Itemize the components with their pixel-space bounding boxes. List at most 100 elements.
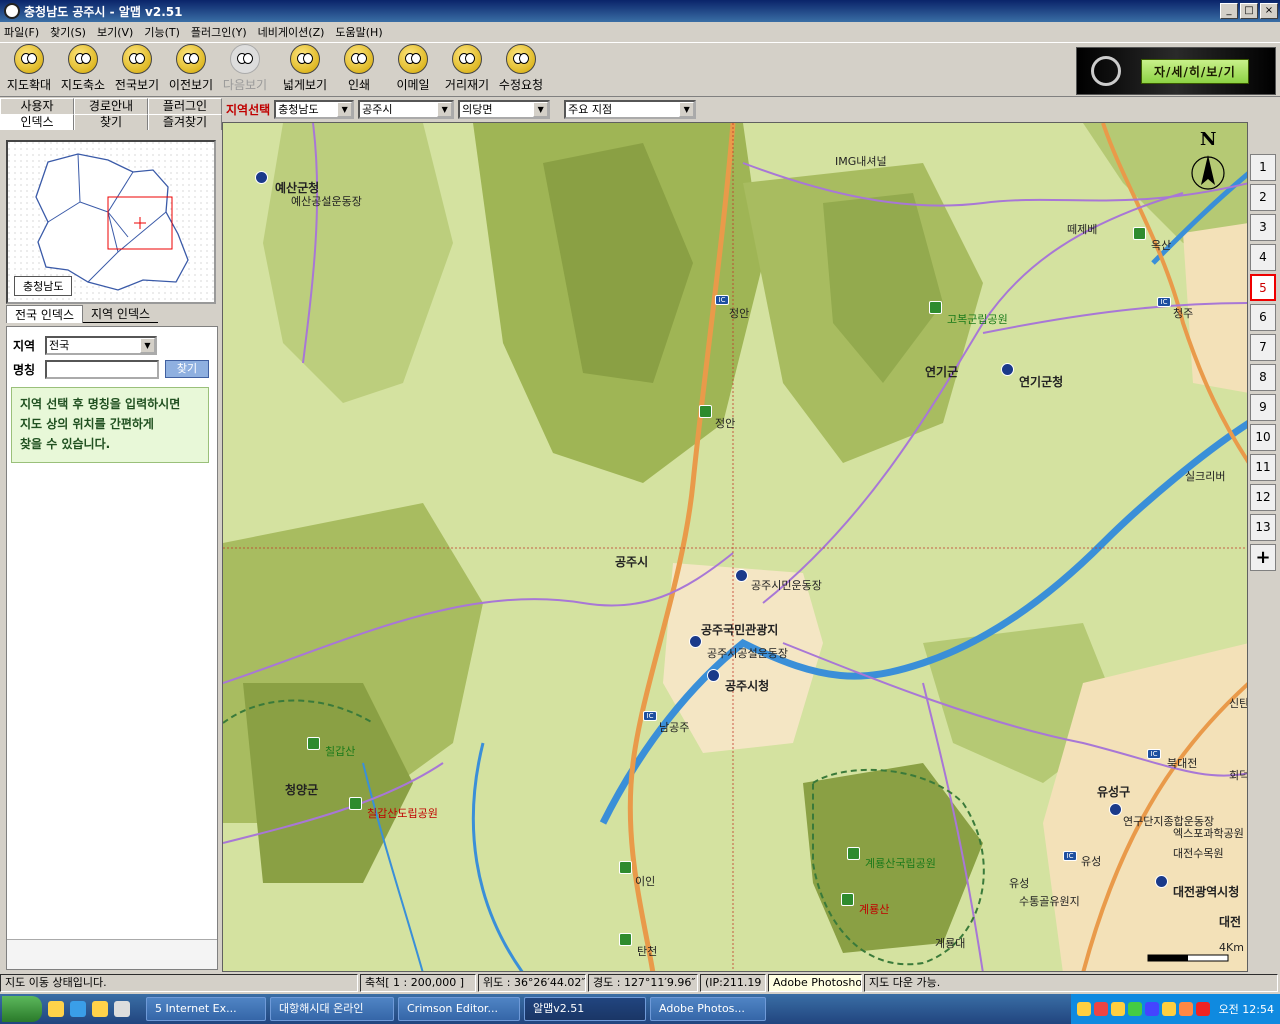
task-crimson-editor[interactable]: Crimson Editor... xyxy=(398,997,520,1021)
menu-plugin[interactable]: 플러그인(Y) xyxy=(191,24,247,40)
map-label: 계룡산국립공원 xyxy=(865,857,936,870)
edit-request-button[interactable]: 수정요청 xyxy=(494,42,548,96)
zoom-level-11[interactable]: 11 xyxy=(1250,454,1276,481)
map-label: 신탄 xyxy=(1229,697,1248,710)
zoom-level-10[interactable]: 10 xyxy=(1250,424,1276,451)
zoom-out-button[interactable]: 지도축소 xyxy=(56,42,110,96)
zoom-level-6[interactable]: 6 xyxy=(1250,304,1276,331)
menu-function[interactable]: 기능(T) xyxy=(144,24,180,40)
find-button[interactable]: 찾기 xyxy=(165,360,209,378)
tab-route[interactable]: 경로안내 xyxy=(74,98,148,114)
tray-icon[interactable] xyxy=(1127,1002,1142,1016)
maximize-icon[interactable]: □ xyxy=(1240,3,1258,19)
quicklaunch-app-icon[interactable] xyxy=(114,1001,130,1017)
detail-view-button[interactable]: 자/세/히/보/기 xyxy=(1141,58,1249,84)
close-icon[interactable]: × xyxy=(1260,3,1278,19)
start-button[interactable] xyxy=(2,996,42,1022)
wide-view-button[interactable]: 넓게보기 xyxy=(278,42,332,96)
tab-plugin[interactable]: 플러그인 xyxy=(148,98,222,114)
minimize-icon[interactable]: _ xyxy=(1220,3,1238,19)
menu-navigation[interactable]: 네비게이션(Z) xyxy=(258,24,325,40)
previous-view-button[interactable]: 이전보기 xyxy=(164,42,218,96)
menu-view[interactable]: 보기(V) xyxy=(97,24,133,40)
park-pin[interactable] xyxy=(847,847,860,860)
task-almap[interactable]: 알맵v2.51 xyxy=(524,997,646,1021)
menu-find[interactable]: 찾기(S) xyxy=(50,24,86,40)
zoom-level-13[interactable]: 13 xyxy=(1250,514,1276,541)
tab-regional-index[interactable]: 지역 인덱스 xyxy=(83,305,159,323)
quicklaunch-app-icon[interactable] xyxy=(92,1001,108,1017)
task-photoshop[interactable]: Adobe Photos... xyxy=(650,997,766,1021)
province-select[interactable]: 충청남도 ▼ xyxy=(274,99,355,119)
task-internet-explorer[interactable]: 5 Internet Ex... xyxy=(146,997,266,1021)
stadium-pin[interactable] xyxy=(689,635,702,648)
print-button[interactable]: 인쇄 xyxy=(332,42,386,96)
daejeon-office-pin[interactable] xyxy=(1155,875,1168,888)
system-tray: 오전 12:54 xyxy=(1070,994,1280,1024)
zoom-in-plus-button[interactable]: + xyxy=(1250,544,1276,571)
zoom-level-5[interactable]: 5 xyxy=(1250,274,1276,301)
tray-icon[interactable] xyxy=(1144,1002,1159,1016)
tray-icon[interactable] xyxy=(1093,1002,1108,1016)
tab-find[interactable]: 찾기 xyxy=(74,114,148,130)
email-button[interactable]: 이메일 xyxy=(386,42,440,96)
town-select[interactable]: 의당면 ▼ xyxy=(458,99,551,119)
zoom-level-2[interactable]: 2 xyxy=(1250,184,1276,211)
green-poi-pin[interactable] xyxy=(1133,227,1146,240)
stadium-pin[interactable] xyxy=(735,569,748,582)
map-label: 정안 xyxy=(715,417,736,430)
green-poi-pin[interactable] xyxy=(619,861,632,874)
gongju-office-pin[interactable] xyxy=(707,669,720,682)
zoom-level-1[interactable]: 1 xyxy=(1250,154,1276,181)
tray-icon[interactable] xyxy=(1161,1002,1176,1016)
zoom-level-7[interactable]: 7 xyxy=(1250,334,1276,361)
zoom-level-9[interactable]: 9 xyxy=(1250,394,1276,421)
zoom-level-8[interactable]: 8 xyxy=(1250,364,1276,391)
zoom-level-4[interactable]: 4 xyxy=(1250,244,1276,271)
name-input[interactable] xyxy=(45,359,159,379)
green-poi-pin[interactable] xyxy=(699,405,712,418)
next-view-button[interactable]: 다음보기 xyxy=(218,42,272,96)
country-view-button[interactable]: 전국보기 xyxy=(110,42,164,96)
quicklaunch-desktop-icon[interactable] xyxy=(48,1001,64,1017)
yesan-office-pin[interactable] xyxy=(255,171,268,184)
zoom-level-3[interactable]: 3 xyxy=(1250,214,1276,241)
tray-icon[interactable] xyxy=(1178,1002,1193,1016)
zoom-in-button[interactable]: 지도확대 xyxy=(2,42,56,96)
status-scale: 축척[ 1 : 200,000 ] xyxy=(360,974,476,992)
region-select[interactable]: 전국 ▼ xyxy=(45,335,157,355)
tray-icon[interactable] xyxy=(1195,1002,1210,1016)
map-label: 칠갑산도립공원 xyxy=(367,807,438,820)
detail-view-banner[interactable]: 자/세/히/보/기 xyxy=(1076,47,1276,95)
map-label: 엑스포과학공원 xyxy=(1173,827,1244,840)
city-select[interactable]: 공주시 ▼ xyxy=(358,99,455,119)
park-pin[interactable] xyxy=(349,797,362,810)
menu-file[interactable]: 파일(F) xyxy=(4,24,39,40)
task-game[interactable]: 대항해시대 온라인 xyxy=(270,997,394,1021)
stadium-pin[interactable] xyxy=(1109,803,1122,816)
tray-icon[interactable] xyxy=(1110,1002,1125,1016)
menu-help[interactable]: 도움말(H) xyxy=(335,24,382,40)
mountain-pin[interactable] xyxy=(841,893,854,906)
tab-favorites[interactable]: 즐겨찾기 xyxy=(148,114,222,130)
map-terrain: N xyxy=(223,123,1247,971)
yeongi-office-pin[interactable] xyxy=(1001,363,1014,376)
tab-national-index[interactable]: 전국 인덱스 xyxy=(6,305,84,323)
poi-select[interactable]: 주요 지점 ▼ xyxy=(564,99,697,119)
zoom-level-12[interactable]: 12 xyxy=(1250,484,1276,511)
mountain-pin[interactable] xyxy=(307,737,320,750)
map-label: 유성 xyxy=(1009,877,1030,890)
minimap[interactable]: 충청남도 xyxy=(6,140,216,304)
tab-index[interactable]: 인덱스 xyxy=(0,114,74,130)
map-label: 이인 xyxy=(635,875,656,888)
taskbar: 5 Internet Ex... 대항해시대 온라인 Crimson Edito… xyxy=(0,994,1280,1024)
measure-distance-button[interactable]: 거리재기 xyxy=(440,42,494,96)
tray-icon[interactable] xyxy=(1076,1002,1091,1016)
park-pin[interactable] xyxy=(929,301,942,314)
wide-view-icon xyxy=(290,44,320,74)
map-label: 청주 xyxy=(1173,307,1194,320)
tab-user[interactable]: 사용자 xyxy=(0,98,74,114)
quicklaunch-ie-icon[interactable] xyxy=(70,1001,86,1017)
map-view[interactable]: N 예산군청 예산공설운동장 IMG내셔널 떼제베 옥산 IC 정안 고복군립공… xyxy=(222,122,1248,972)
green-poi-pin[interactable] xyxy=(619,933,632,946)
